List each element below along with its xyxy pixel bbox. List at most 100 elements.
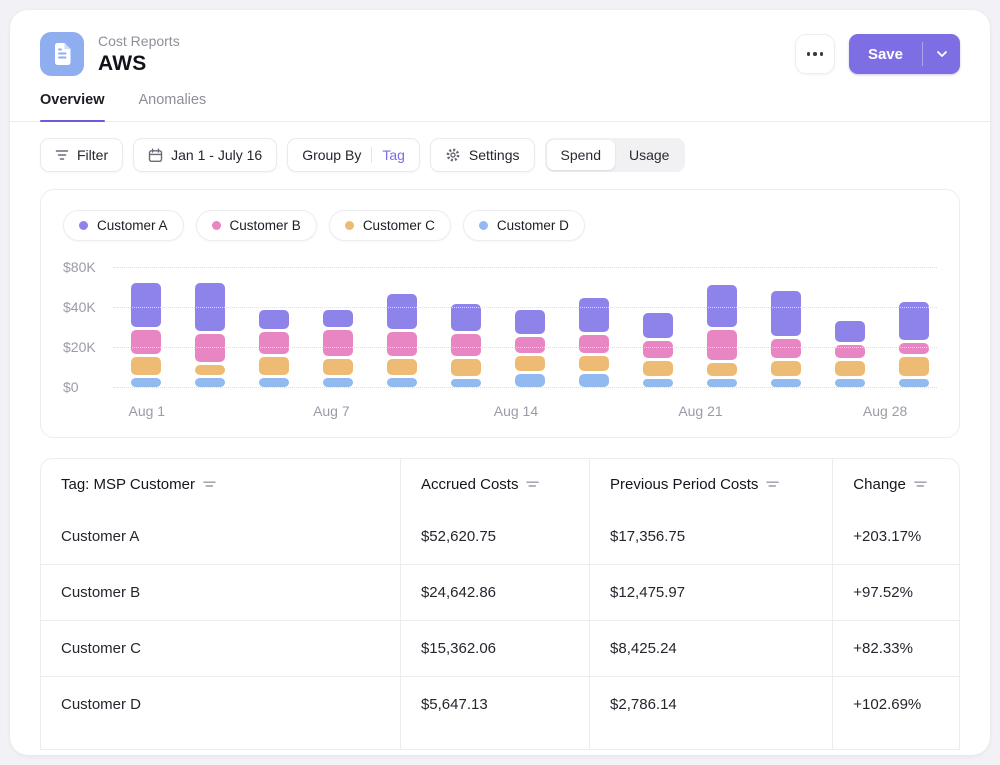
legend-item[interactable]: Customer A (63, 210, 184, 241)
column-label: Previous Period Costs (610, 476, 758, 493)
segment-spend[interactable]: Spend (547, 140, 615, 170)
value-cell: +102.69% (832, 677, 959, 732)
table-row[interactable]: Customer C$15,362.06$8,425.24+82.33% (41, 620, 959, 676)
bar-segment-customer-a[interactable] (387, 294, 417, 328)
bar-segment-customer-a[interactable] (259, 310, 289, 329)
bar-segment-customer-c[interactable] (323, 359, 353, 374)
bar-segment-customer-b[interactable] (131, 330, 161, 355)
save-dropdown-button[interactable] (923, 34, 960, 74)
tab-anomalies[interactable]: Anomalies (139, 92, 207, 121)
bar-segment-customer-d[interactable] (771, 379, 801, 387)
bar-segment-customer-d[interactable] (259, 378, 289, 388)
bar-segment-customer-c[interactable] (387, 359, 417, 374)
more-options-button[interactable] (795, 34, 835, 74)
tab-bar: Overview Anomalies (10, 92, 990, 122)
bar-segment-customer-a[interactable] (323, 310, 353, 327)
tab-overview[interactable]: Overview (40, 92, 105, 121)
table-row[interactable]: Customer B$24,642.86$12,475.97+97.52% (41, 564, 959, 620)
sort-icon (914, 479, 927, 489)
bar-segment-customer-d[interactable] (323, 378, 353, 388)
bar-segment-customer-d[interactable] (899, 379, 929, 387)
bar-segment-customer-a[interactable] (643, 313, 673, 338)
bar-segment-customer-a[interactable] (131, 283, 161, 327)
legend-item[interactable]: Customer B (196, 210, 317, 241)
legend-item[interactable]: Customer C (329, 210, 451, 241)
stacked-bar[interactable] (387, 294, 417, 387)
stacked-bar[interactable] (131, 283, 161, 387)
bar-segment-customer-c[interactable] (835, 361, 865, 376)
stacked-bar[interactable] (515, 310, 545, 387)
bar-segment-customer-d[interactable] (643, 379, 673, 387)
stacked-bar[interactable] (259, 310, 289, 387)
bar-segment-customer-d[interactable] (835, 379, 865, 387)
bar-segment-customer-c[interactable] (707, 363, 737, 376)
bar-segment-customer-b[interactable] (323, 330, 353, 357)
bar-segment-customer-d[interactable] (515, 374, 545, 387)
table-header-cell[interactable]: Change (832, 459, 959, 509)
table-header-cell[interactable]: Previous Period Costs (589, 459, 832, 509)
customer-name-cell: Customer C (41, 621, 400, 676)
bar-segment-customer-c[interactable] (259, 357, 289, 374)
bar-segment-customer-c[interactable] (771, 361, 801, 376)
bar-segment-customer-a[interactable] (707, 285, 737, 327)
bar-segment-customer-d[interactable] (451, 379, 481, 387)
value-cell: +82.33% (832, 621, 959, 676)
bar-segment-customer-b[interactable] (771, 339, 801, 358)
bar-segment-customer-d[interactable] (707, 379, 737, 387)
table-header-cell[interactable]: Accrued Costs (400, 459, 589, 509)
save-button[interactable]: Save (849, 34, 922, 74)
stacked-bar[interactable] (899, 302, 929, 387)
table-header-cell[interactable]: Tag: MSP Customer (41, 459, 400, 509)
bar-segment-customer-c[interactable] (195, 365, 225, 375)
date-range-button[interactable]: Jan 1 - July 16 (133, 138, 277, 172)
report-type-label: Cost Reports (98, 33, 180, 49)
bar-segment-customer-b[interactable] (899, 343, 929, 354)
bar-segment-customer-c[interactable] (515, 356, 545, 371)
stacked-bar[interactable] (707, 285, 737, 387)
bar-segment-customer-d[interactable] (131, 378, 161, 388)
stacked-bar[interactable] (323, 310, 353, 387)
bar-segment-customer-c[interactable] (579, 356, 609, 371)
stacked-bar[interactable] (579, 298, 609, 387)
segment-usage[interactable]: Usage (615, 140, 683, 170)
bar-segment-customer-c[interactable] (899, 357, 929, 376)
customer-name-cell: Customer A (41, 509, 400, 564)
column-label: Change (853, 476, 906, 493)
stacked-bar[interactable] (771, 291, 801, 387)
legend-label: Customer D (497, 218, 569, 233)
value-cell: $52,620.75 (400, 509, 589, 564)
gridline (113, 387, 937, 388)
legend-dot-icon (79, 221, 88, 230)
bar-segment-customer-b[interactable] (259, 332, 289, 355)
bar-segment-customer-b[interactable] (707, 330, 737, 360)
bar-segment-customer-d[interactable] (579, 374, 609, 387)
stacked-bar[interactable] (643, 313, 673, 387)
bar-segment-customer-b[interactable] (579, 335, 609, 352)
group-by-button[interactable]: Group By Tag (287, 138, 420, 172)
bar-segment-customer-a[interactable] (579, 298, 609, 332)
legend-item[interactable]: Customer D (463, 210, 585, 241)
bar-segment-customer-b[interactable] (451, 334, 481, 357)
filter-button[interactable]: Filter (40, 138, 123, 172)
bar-segment-customer-c[interactable] (451, 359, 481, 376)
chart-plot (113, 267, 937, 387)
bar-segment-customer-b[interactable] (387, 332, 417, 357)
sort-icon (526, 479, 539, 489)
bar-segment-customer-c[interactable] (131, 357, 161, 374)
bar-segment-customer-a[interactable] (835, 321, 865, 342)
bar-segment-customer-a[interactable] (515, 310, 545, 335)
bar-segment-customer-b[interactable] (515, 337, 545, 352)
bar-segment-customer-b[interactable] (643, 341, 673, 358)
bar-segment-customer-a[interactable] (771, 291, 801, 337)
customer-name-cell: Customer B (41, 565, 400, 620)
settings-button[interactable]: Settings (430, 138, 535, 172)
table-row[interactable]: Customer D$5,647.13$2,786.14+102.69% (41, 676, 959, 732)
legend-dot-icon (479, 221, 488, 230)
bar-segment-customer-c[interactable] (643, 361, 673, 376)
stacked-bar[interactable] (835, 321, 865, 387)
stacked-bar[interactable] (451, 304, 481, 387)
table-row[interactable]: Customer A$52,620.75$17,356.75+203.17% (41, 509, 959, 564)
stacked-bar[interactable] (195, 283, 225, 387)
bar-segment-customer-d[interactable] (195, 378, 225, 388)
bar-segment-customer-d[interactable] (387, 378, 417, 388)
